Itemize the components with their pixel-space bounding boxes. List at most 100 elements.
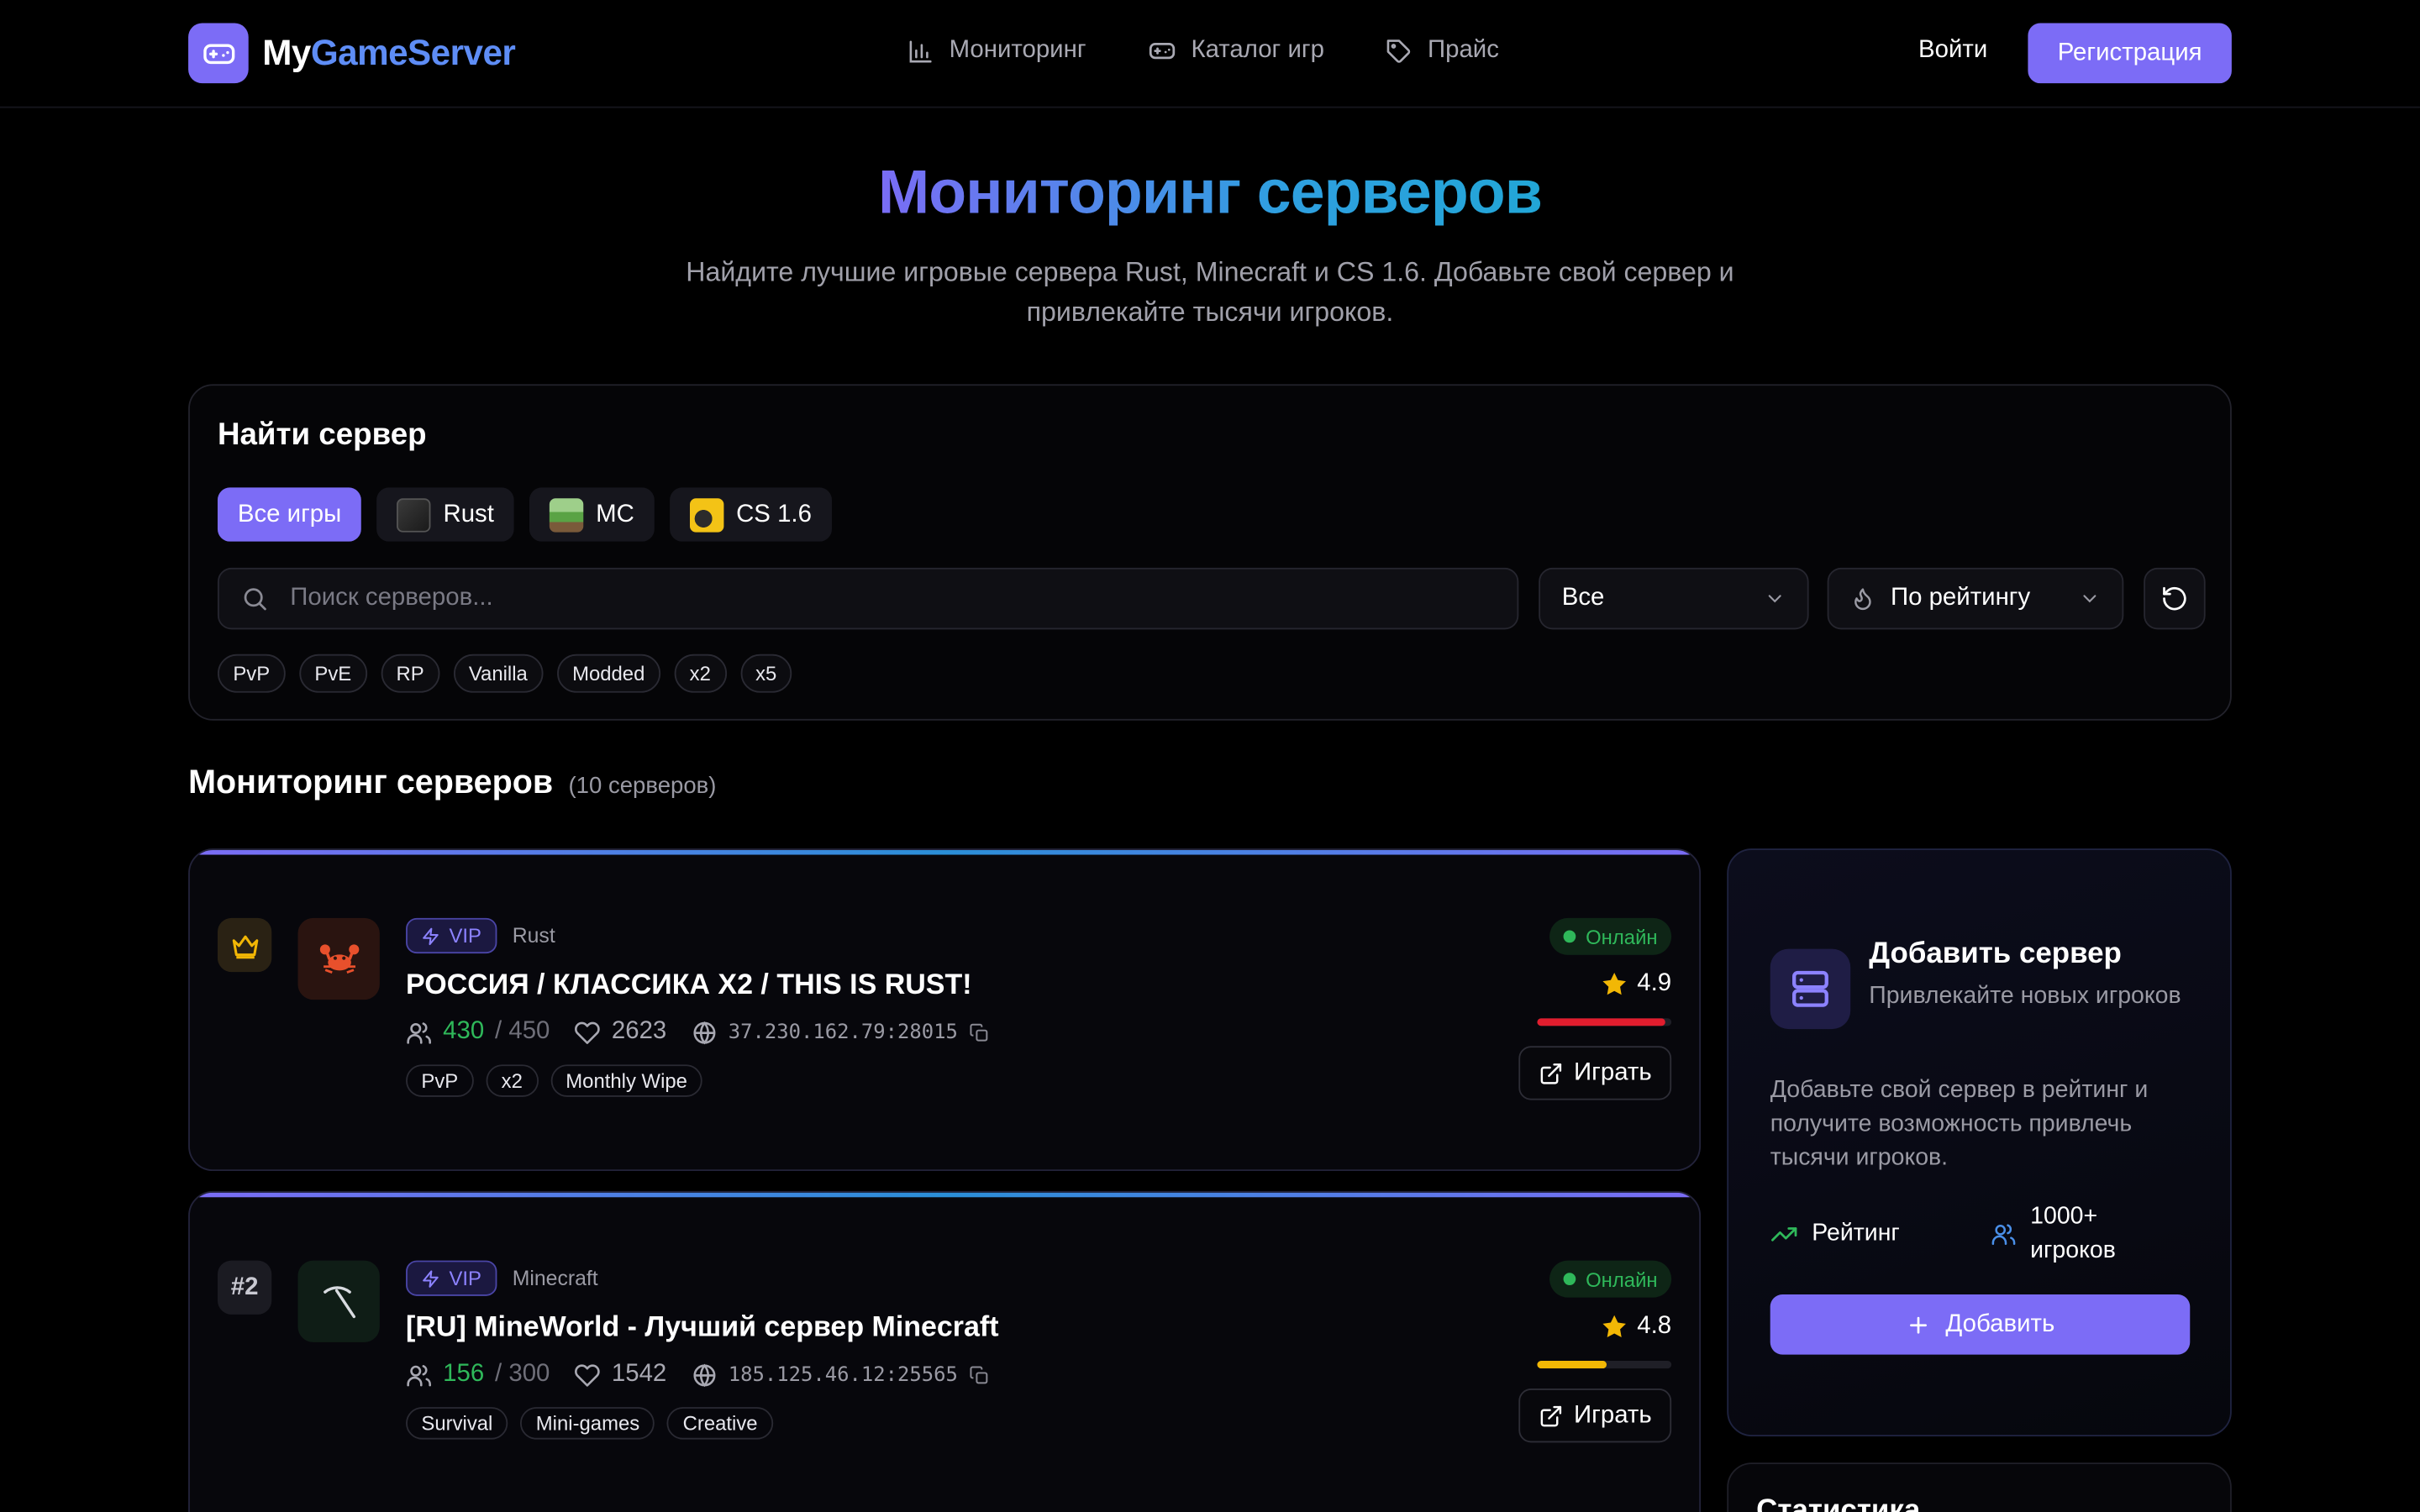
filter-select-value: Все: [1561, 585, 1605, 612]
play-label: Играть: [1574, 1058, 1652, 1086]
status-label: Онлайн: [1586, 1267, 1658, 1291]
chip-label: CS 1.6: [736, 501, 812, 528]
server-rating: 4.8: [1600, 1313, 1671, 1341]
rank-badge: #2: [217, 1260, 272, 1315]
rust-game-icon: [397, 497, 431, 532]
add-server-button[interactable]: Добавить: [1770, 1294, 2191, 1355]
chip-label: Rust: [443, 501, 494, 528]
game-chip-mc[interactable]: MC: [529, 487, 655, 542]
play-button[interactable]: Играть: [1518, 1046, 1672, 1100]
cs-game-icon: [689, 497, 724, 532]
users-icon: [1991, 1224, 2016, 1245]
logo-text-my: My: [262, 32, 311, 73]
vip-label: VIP: [449, 924, 481, 948]
server-card[interactable]: VIP Rust РОССИЯ / КЛАССИКА X2 / THIS IS …: [188, 848, 1702, 1172]
status-badge: Онлайн: [1549, 917, 1672, 955]
login-link[interactable]: Войти: [1918, 37, 1987, 65]
tag-filter[interactable]: PvP: [217, 654, 286, 693]
bolt-icon: [423, 1269, 439, 1287]
game-filter-chips: Все игры Rust MC CS 1.6: [217, 487, 832, 542]
bolt-icon: [423, 927, 439, 945]
search-input[interactable]: Поиск серверов...: [217, 567, 1519, 630]
card-accent-bar: [189, 1192, 1700, 1198]
page-title: Мониторинг серверов: [0, 159, 2420, 228]
game-chip-cs[interactable]: CS 1.6: [670, 487, 832, 542]
server-card[interactable]: #2 VIP Minecraft [RU] MineWorld - Лучший…: [188, 1190, 1702, 1512]
globe-icon: [693, 1362, 716, 1387]
play-button[interactable]: Играть: [1518, 1389, 1672, 1443]
sort-select-value: По рейтингу: [1890, 585, 2031, 612]
heart-icon: [575, 1363, 601, 1386]
likes-count: 2623: [611, 1018, 667, 1045]
add-server-button-label: Добавить: [1945, 1310, 2055, 1337]
chip-label: MC: [596, 501, 634, 528]
server-tag: x2: [486, 1064, 539, 1097]
gamepad-icon: [1149, 42, 1175, 60]
gamepad-logo-icon: [188, 23, 249, 84]
star-icon: [1602, 1315, 1626, 1337]
tag-filter[interactable]: x2: [674, 654, 727, 693]
players-max: / 450: [495, 1018, 550, 1045]
vip-badge: VIP: [406, 1260, 497, 1296]
feature-players-label: 1000+ игроков: [2030, 1203, 2116, 1264]
heart-icon: [575, 1021, 601, 1044]
tag-filter[interactable]: PvE: [299, 654, 367, 693]
players-online: 430: [443, 1018, 485, 1045]
rating-bar-fill: [1537, 1360, 1607, 1369]
add-server-subtitle: Привлекайте новых игроков: [1869, 982, 2181, 1010]
search-panel-title: Найти сервер: [217, 417, 427, 453]
reset-button[interactable]: [2144, 567, 2206, 630]
filter-select[interactable]: Все: [1539, 567, 1809, 630]
status-badge: Онлайн: [1549, 1260, 1672, 1298]
logo[interactable]: MyGameServer: [188, 23, 516, 84]
feature-rating-label: Рейтинг: [1812, 1220, 1900, 1247]
nav-item-catalog[interactable]: Каталог игр: [1148, 37, 1324, 65]
rating-bar-fill: [1537, 1018, 1665, 1026]
copy-icon[interactable]: [969, 1022, 989, 1042]
copy-icon[interactable]: [969, 1365, 989, 1385]
nav-item-label: Мониторинг: [949, 37, 1086, 64]
page-subtitle: Найдите лучшие игровые сервера Rust, Min…: [686, 255, 1734, 328]
likes-stat[interactable]: 1542: [575, 1361, 666, 1389]
nav-item-monitoring[interactable]: Мониторинг: [908, 37, 1086, 65]
server-tags: PvP x2 Monthly Wipe: [406, 1064, 989, 1097]
server-name[interactable]: РОССИЯ / КЛАССИКА X2 / THIS IS RUST!: [406, 968, 989, 1001]
page: MyGameServer Мониторинг Каталог игр Прай…: [0, 0, 2420, 1512]
star-icon: [1602, 973, 1626, 995]
chip-label: Все игры: [237, 501, 342, 528]
logo-text-gameserver: GameServer: [310, 32, 516, 73]
sort-select[interactable]: По рейтингу: [1827, 567, 2124, 630]
tag-filter[interactable]: Vanilla: [453, 654, 544, 693]
server-count: (10 серверов): [568, 773, 717, 800]
server-info: VIP Rust РОССИЯ / КЛАССИКА X2 / THIS IS …: [406, 917, 989, 1097]
server-name[interactable]: [RU] MineWorld - Лучший сервер Minecraft: [406, 1310, 999, 1343]
rating-value: 4.9: [1637, 970, 1672, 997]
rating-bar: [1537, 1018, 1672, 1026]
status-dot: [1564, 930, 1577, 943]
page-title-text: Мониторинг серверов: [877, 159, 1543, 227]
server-stats: 156 / 300 1542 185.125.46.12:25565: [406, 1361, 999, 1389]
tag-filter[interactable]: RP: [381, 654, 440, 693]
server-list-title: Мониторинг серверов: [188, 764, 554, 801]
likes-stat[interactable]: 2623: [575, 1018, 666, 1046]
tag-filter[interactable]: Modded: [556, 654, 660, 693]
likes-count: 1542: [611, 1360, 667, 1388]
signup-button[interactable]: Регистрация: [2028, 23, 2232, 84]
players-stat: 430 / 450: [406, 1018, 550, 1046]
server-list-header: Мониторинг серверов (10 серверов): [188, 764, 716, 802]
server-ip: 185.125.46.12:25565: [728, 1362, 958, 1387]
game-chip-rust[interactable]: Rust: [376, 487, 514, 542]
nav-item-pricing[interactable]: Прайс: [1386, 37, 1499, 65]
game-chip-all[interactable]: Все игры: [217, 487, 362, 542]
play-label: Играть: [1574, 1401, 1652, 1428]
nav-item-label: Каталог игр: [1191, 37, 1324, 64]
top-header: MyGameServer Мониторинг Каталог игр Прай…: [0, 0, 2420, 108]
tag-filter[interactable]: x5: [739, 654, 792, 693]
crown-icon: [217, 917, 272, 973]
server-icon: [1770, 948, 1851, 1030]
server-game: Minecraft: [512, 1266, 598, 1290]
add-server-title: Добавить сервер: [1869, 937, 2122, 971]
feature-players: 1000+ игроков: [1991, 1200, 2175, 1268]
server-tag: Survival: [406, 1407, 508, 1440]
vip-label: VIP: [449, 1266, 481, 1290]
